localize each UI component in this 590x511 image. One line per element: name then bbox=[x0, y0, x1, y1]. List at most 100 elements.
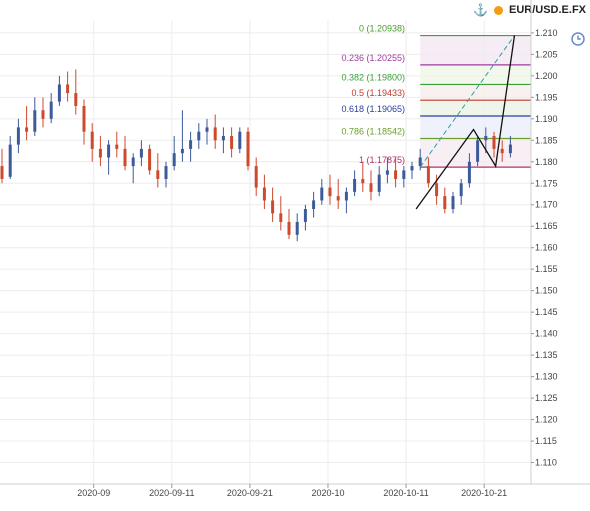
candle-body bbox=[0, 166, 4, 179]
candle bbox=[230, 127, 234, 158]
candle-body bbox=[148, 148, 152, 171]
y-tick-label: 1.155 bbox=[535, 264, 558, 274]
y-tick-label: 1.195 bbox=[535, 92, 558, 102]
y-tick-label: 1.140 bbox=[535, 329, 558, 339]
candle-body bbox=[16, 127, 20, 145]
candle bbox=[369, 170, 373, 201]
candle bbox=[238, 127, 242, 154]
candle-body bbox=[74, 93, 78, 106]
candle-body bbox=[262, 187, 266, 201]
candle-body bbox=[213, 127, 217, 141]
y-tick-label: 1.170 bbox=[535, 200, 558, 210]
x-axis: 2020-09 2020-09-11 2020-09-21 2020-10 2020-1… bbox=[0, 483, 590, 498]
candle-body bbox=[180, 148, 184, 154]
candle bbox=[115, 131, 119, 158]
candle-body bbox=[303, 209, 307, 222]
candle-body bbox=[197, 131, 201, 141]
y-tick-label: 1.175 bbox=[535, 178, 558, 188]
candle bbox=[410, 161, 414, 179]
candle bbox=[197, 123, 201, 149]
x-tick-label: 2020-09-11 bbox=[149, 488, 194, 498]
candle-body bbox=[172, 153, 176, 167]
candle bbox=[41, 97, 45, 128]
fib-level-label: 0.5 (1.19433) bbox=[351, 88, 405, 98]
candle bbox=[402, 166, 406, 188]
candle bbox=[0, 148, 4, 184]
candle-body bbox=[98, 148, 102, 158]
fib-level-label: 1 (1.17875) bbox=[359, 155, 405, 165]
candle-body bbox=[271, 200, 275, 214]
price-chart[interactable]: 0 (1.20938) 0.236 (1.20255) 0.382 (1.19800… bbox=[0, 0, 590, 511]
candle bbox=[271, 187, 275, 222]
y-tick-label: 1.160 bbox=[535, 243, 558, 253]
candle bbox=[213, 114, 217, 149]
candle bbox=[295, 213, 299, 242]
candle-body bbox=[139, 148, 143, 158]
candle bbox=[131, 153, 135, 184]
candle-body bbox=[131, 157, 135, 167]
candle-body bbox=[295, 221, 299, 235]
candle-body bbox=[459, 183, 463, 197]
candle-body bbox=[435, 183, 439, 197]
candle-body bbox=[33, 110, 37, 132]
candle-body bbox=[25, 127, 29, 132]
candle-body bbox=[205, 127, 209, 132]
candle bbox=[148, 144, 152, 175]
fib-band bbox=[420, 100, 531, 117]
candle-body bbox=[66, 84, 70, 94]
x-tick-label: 2020-09 bbox=[77, 488, 110, 498]
candle-body bbox=[467, 161, 471, 184]
candle-body bbox=[451, 196, 455, 210]
candle bbox=[344, 187, 348, 214]
x-tick-label: 2020-10 bbox=[311, 488, 344, 498]
candle-body bbox=[123, 148, 127, 167]
candle-body bbox=[328, 187, 332, 197]
y-tick-label: 1.165 bbox=[535, 221, 558, 231]
y-tick-label: 1.115 bbox=[535, 436, 557, 446]
y-tick-label: 1.130 bbox=[535, 372, 558, 382]
clock-icon[interactable] bbox=[571, 32, 585, 46]
candle bbox=[262, 174, 266, 210]
fib-level-label: 0.618 (1.19065) bbox=[341, 104, 405, 114]
candle bbox=[312, 191, 316, 218]
candle-body bbox=[492, 136, 496, 149]
candle-body bbox=[8, 144, 12, 177]
fib-band bbox=[420, 138, 531, 168]
candle bbox=[172, 136, 176, 171]
candle bbox=[254, 157, 258, 197]
candle-body bbox=[57, 84, 61, 102]
y-tick-label: 1.125 bbox=[535, 393, 558, 403]
candle-body bbox=[443, 196, 447, 210]
y-tick-label: 1.120 bbox=[535, 415, 558, 425]
candle-body bbox=[385, 170, 389, 175]
candle-body bbox=[287, 221, 291, 235]
candle-body bbox=[361, 178, 365, 184]
candle bbox=[180, 110, 184, 162]
candle bbox=[451, 191, 455, 214]
candle-body bbox=[484, 136, 488, 141]
candle-body bbox=[402, 170, 406, 179]
candle bbox=[361, 161, 365, 192]
y-tick-label: 1.110 bbox=[535, 458, 557, 468]
candle-body bbox=[426, 166, 430, 184]
candle bbox=[82, 99, 86, 145]
candle-body bbox=[476, 140, 480, 162]
candle-body bbox=[377, 174, 381, 192]
fib-level-label: 0.236 (1.20255) bbox=[341, 53, 405, 63]
candle-body bbox=[320, 187, 324, 201]
candle-body bbox=[369, 183, 373, 192]
y-tick-label: 1.185 bbox=[535, 135, 558, 145]
candle-body bbox=[254, 166, 258, 188]
candle-body bbox=[238, 131, 242, 149]
candle-body bbox=[353, 178, 357, 192]
candle-body bbox=[508, 144, 512, 154]
candle-body bbox=[500, 148, 504, 154]
candle-body bbox=[156, 170, 160, 179]
y-tick-label: 1.135 bbox=[535, 350, 558, 360]
candle-body bbox=[189, 140, 193, 149]
candle-body bbox=[336, 196, 340, 201]
candle bbox=[156, 153, 160, 188]
candle bbox=[123, 136, 127, 171]
candle-body bbox=[41, 110, 45, 119]
candle-body bbox=[49, 101, 53, 119]
